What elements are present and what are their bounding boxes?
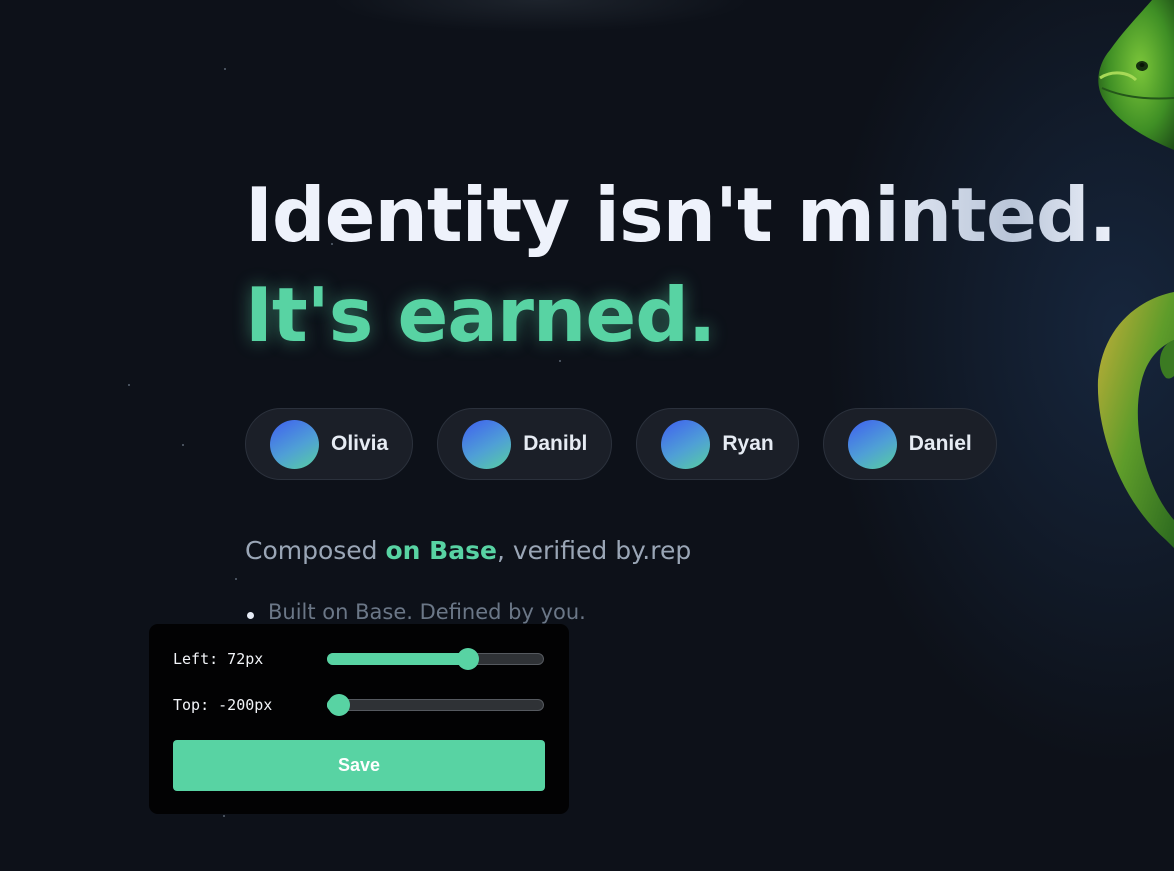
user-pill-list: Olivia Danibl Ryan Daniel bbox=[245, 408, 997, 480]
user-name: Olivia bbox=[331, 432, 389, 455]
headline-line-earned: It's earned. bbox=[245, 271, 716, 359]
user-name: Daniel bbox=[908, 432, 972, 455]
avatar bbox=[661, 419, 711, 469]
left-value-label: Left: 72px bbox=[173, 650, 264, 668]
top-value-label: Top: -200px bbox=[173, 696, 273, 714]
feature-list: Built on Base. Defined by you. bbox=[245, 600, 586, 624]
tagline: Composed on Base, verified by.rep bbox=[245, 536, 691, 565]
top-slider[interactable] bbox=[327, 694, 544, 716]
user-pill[interactable]: Ryan bbox=[636, 408, 799, 480]
avatar bbox=[462, 419, 512, 469]
left-slider-thumb[interactable] bbox=[456, 648, 479, 670]
left-control-row: Left: 72px bbox=[173, 648, 545, 670]
left-slider-fill bbox=[327, 653, 467, 665]
top-slider-thumb[interactable] bbox=[328, 694, 350, 716]
position-control-panel: Left: 72px Top: -200px Save bbox=[149, 624, 569, 814]
avatar bbox=[847, 419, 897, 469]
headline-line-identity: Identity isn't minted. bbox=[245, 165, 1117, 265]
user-pill[interactable]: Danibl bbox=[437, 408, 613, 480]
avatar bbox=[270, 419, 319, 469]
tagline-prefix: Composed bbox=[245, 536, 386, 565]
tagline-accent: on Base bbox=[385, 536, 497, 565]
user-pill[interactable]: Olivia bbox=[245, 408, 414, 480]
save-button[interactable]: Save bbox=[173, 740, 545, 791]
top-control-row: Top: -200px bbox=[173, 694, 545, 716]
user-pill[interactable]: Daniel bbox=[822, 408, 997, 480]
user-name: Ryan bbox=[722, 432, 774, 455]
hero-headline: Identity isn't minted. It's earned. bbox=[245, 165, 1117, 365]
left-slider[interactable] bbox=[327, 648, 544, 670]
tagline-suffix: , verified by.rep bbox=[496, 536, 692, 565]
user-name: Danibl bbox=[523, 432, 588, 455]
list-item: Built on Base. Defined by you. bbox=[245, 600, 586, 624]
